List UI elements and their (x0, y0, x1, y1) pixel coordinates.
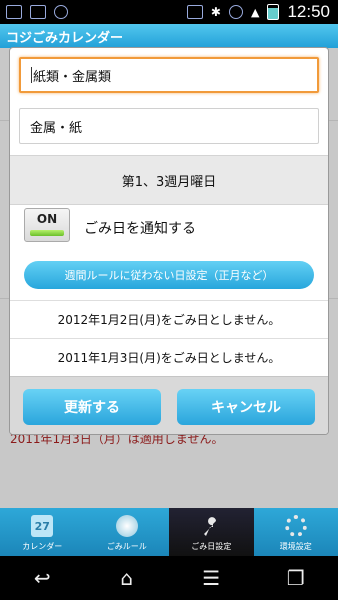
exception-text: 2011年1月3日(月)をごみ日としません。 (57, 351, 281, 365)
tab-label: ごみ日設定 (191, 542, 232, 551)
notify-toggle[interactable]: ON (24, 208, 70, 242)
dialog-footer: 更新する キャンセル (10, 376, 328, 434)
app-title: コジごみカレンダー (0, 24, 338, 48)
tab-garbage-rules[interactable]: ごみルール (85, 508, 170, 556)
exception-item[interactable]: 2011年1月3日(月)をごみ日としません。 (10, 338, 328, 376)
tab-icon-wrap (200, 515, 222, 537)
home-icon[interactable]: ⌂ (107, 566, 147, 590)
week-rule-selector[interactable]: 第1、3週月曜日 (10, 155, 328, 205)
image-icon (30, 5, 46, 19)
tab-label: ごみルール (106, 542, 147, 551)
cloud-icon (54, 5, 68, 19)
battery-icon (267, 4, 280, 20)
name-input-value: 紙類・金属類 (33, 69, 112, 85)
heart-icon (228, 5, 243, 19)
notify-row: ON ごみ日を通知する (10, 206, 328, 250)
bluetooth-icon: ✱ (210, 5, 221, 19)
exception-text: 2012年1月2日(月)をごみ日としません。 (57, 313, 281, 327)
tab-preferences[interactable]: 環境設定 (254, 508, 338, 556)
signal-icon: ▲ (250, 5, 260, 19)
menu-icon[interactable]: ☰ (191, 566, 231, 590)
tab-icon-wrap (284, 515, 307, 537)
system-nav-bar: ↩ ⌂ ☰ ❐ (0, 556, 338, 600)
exception-settings-button[interactable]: 週間ルールに従わない日設定（正月など） (24, 261, 314, 289)
globe-icon (115, 515, 138, 537)
status-left (6, 5, 68, 19)
notification-icon (6, 5, 22, 19)
toggle-state: ON (36, 212, 58, 226)
tab-icon-wrap (115, 515, 138, 537)
cancel-button[interactable]: キャンセル (177, 389, 315, 425)
voicemail-icon (186, 5, 203, 19)
status-right: ✱ ▲ 12:50 (186, 2, 330, 22)
wrench-icon (204, 517, 217, 536)
tab-calendar[interactable]: 27 カレンダー (0, 508, 85, 556)
exception-item[interactable]: 2012年1月2日(月)をごみ日としません。 (10, 300, 328, 338)
tab-icon-wrap: 27 (31, 515, 54, 537)
toggle-indicator (30, 230, 64, 236)
sub-input-value: 金属・紙 (30, 120, 83, 136)
back-icon[interactable]: ↩ (22, 566, 62, 590)
bottom-tab-bar: 27 カレンダー ごみルール ごみ日設定 環境設定 (0, 508, 338, 556)
notify-label: ごみ日を通知する (84, 221, 196, 237)
status-bar: ✱ ▲ 12:50 (0, 0, 338, 24)
tab-label: 環境設定 (279, 542, 312, 551)
tab-garbage-day-settings[interactable]: ごみ日設定 (169, 508, 254, 556)
week-rule-label: 第1、3週月曜日 (121, 174, 217, 190)
text-cursor (31, 67, 32, 83)
sub-input[interactable]: 金属・紙 (19, 108, 319, 144)
gear-icon (284, 515, 307, 537)
tab-label: カレンダー (22, 542, 63, 551)
recent-apps-icon[interactable]: ❐ (276, 566, 316, 590)
update-button[interactable]: 更新する (23, 389, 161, 425)
name-input[interactable]: 紙類・金属類 (19, 57, 319, 93)
calendar-icon: 27 (31, 515, 54, 537)
status-time: 12:50 (287, 2, 330, 21)
rule-edit-dialog: 紙類・金属類 金属・紙 第1、3週月曜日 ON ごみ日を通知する 週間ルールに従… (10, 48, 328, 434)
